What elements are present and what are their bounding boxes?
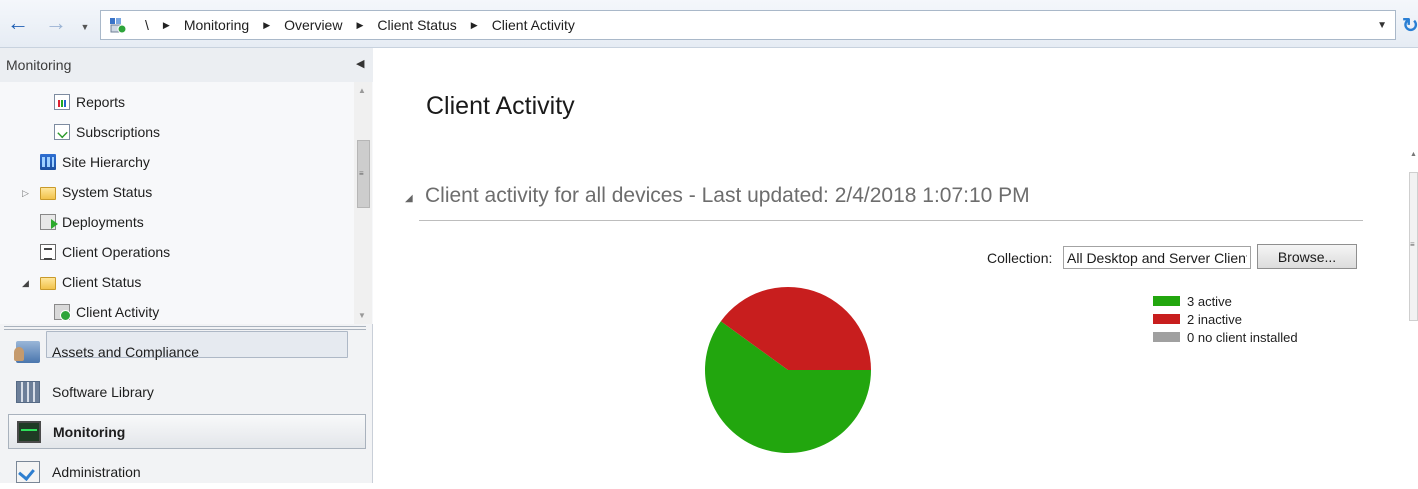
breadcrumb-root[interactable]: \	[143, 17, 151, 33]
collapse-arrow-icon[interactable]: ◢	[22, 278, 29, 289]
page-title: Client Activity	[426, 92, 575, 120]
breadcrumb-client-activity[interactable]: Client Activity	[490, 17, 577, 33]
tree-item-client-status[interactable]: Client Status	[40, 270, 141, 294]
scroll-up-icon[interactable]: ▲	[1410, 151, 1417, 158]
tree-item-label: Reports	[76, 94, 126, 110]
breadcrumb-overview[interactable]: Overview	[282, 17, 344, 33]
tree-item-client-operations[interactable]: Client Operations	[40, 240, 170, 264]
expand-arrow-icon[interactable]: ▷	[22, 188, 29, 199]
workspace-label: Software Library	[52, 383, 154, 400]
breadcrumb-separator-icon[interactable]: ▶	[344, 20, 375, 31]
subscription-icon	[54, 124, 70, 140]
workspace-administration[interactable]: Administration	[8, 454, 366, 489]
section-title: Client activity for all devices - Last u…	[425, 184, 1030, 207]
chart-legend: 3 active 2 inactive 0 no client installe…	[1153, 292, 1298, 346]
tree-item-deployments[interactable]: Deployments	[40, 210, 144, 234]
collection-label: Collection:	[987, 250, 1053, 266]
legend-item-no-client: 0 no client installed	[1153, 328, 1298, 346]
forward-arrow-icon[interactable]: →	[44, 12, 68, 36]
grip-icon: ≡	[359, 169, 364, 178]
navigation-header: Monitoring ◀	[0, 48, 373, 82]
tree-item-label: Client Operations	[62, 244, 171, 260]
grip-icon: ≡	[1410, 240, 1415, 249]
tree-item-subscriptions[interactable]: Subscriptions	[54, 120, 160, 144]
monitoring-icon	[17, 420, 41, 443]
navigation-tree: Reports Subscriptions Site Hierarchy ▷ S…	[0, 82, 373, 358]
assets-icon	[14, 340, 40, 363]
tree-item-system-status[interactable]: System Status	[40, 180, 152, 204]
tree-item-label: System Status	[62, 184, 153, 200]
breadcrumb-separator-icon[interactable]: ▶	[459, 20, 490, 31]
folder-icon	[40, 276, 56, 290]
folder-icon	[40, 186, 56, 200]
workspace-assets-and-compliance[interactable]: Assets and Compliance	[8, 334, 366, 369]
client-operations-icon	[40, 244, 56, 260]
legend-label-inactive: 2 inactive	[1187, 311, 1242, 327]
legend-label-active: 3 active	[1187, 293, 1232, 309]
scroll-up-icon[interactable]: ▲	[358, 86, 366, 95]
address-bar: ← → ▼ \ ▶ Monitoring ▶ Overview ▶ Client…	[0, 0, 1418, 48]
software-library-icon	[16, 380, 40, 403]
workspace-monitoring[interactable]: Monitoring	[8, 414, 366, 449]
scrollbar-thumb[interactable]: ≡	[357, 140, 370, 208]
history-dropdown-icon[interactable]: ▼	[80, 16, 90, 40]
breadcrumb-separator-icon[interactable]: ▶	[151, 20, 182, 31]
main-content: Client Activity ◢ Client activity for al…	[374, 48, 1418, 483]
administration-icon	[16, 460, 40, 483]
report-icon	[54, 94, 70, 110]
legend-item-inactive: 2 inactive	[1153, 310, 1298, 328]
breadcrumb-client-status[interactable]: Client Status	[375, 17, 458, 33]
breadcrumb[interactable]: \ ▶ Monitoring ▶ Overview ▶ Client Statu…	[100, 10, 1396, 40]
legend-item-active: 3 active	[1153, 292, 1298, 310]
workspace-label: Monitoring	[53, 423, 126, 440]
workspace-software-library[interactable]: Software Library	[8, 374, 366, 409]
tree-item-client-activity[interactable]: Client Activity	[54, 300, 159, 324]
tree-item-label: Client Status	[62, 274, 142, 290]
scroll-down-icon[interactable]: ▼	[358, 311, 366, 320]
section-divider	[419, 220, 1363, 221]
collection-input[interactable]	[1063, 246, 1251, 269]
pane-splitter[interactable]	[4, 324, 366, 332]
back-arrow-icon[interactable]: ←	[6, 12, 30, 36]
breadcrumb-separator-icon[interactable]: ▶	[251, 20, 282, 31]
section-collapse-icon[interactable]: ◢	[405, 193, 413, 204]
workspace-label: Assets and Compliance	[52, 343, 200, 360]
console-root-icon	[110, 18, 127, 34]
collapse-pane-icon[interactable]: ◀	[356, 57, 364, 70]
tree-item-reports[interactable]: Reports	[54, 90, 125, 114]
navigation-pane: Monitoring ◀ Reports Subscriptions Site …	[0, 48, 373, 483]
client-activity-icon	[54, 304, 71, 321]
client-activity-pie-chart	[705, 286, 871, 453]
tree-scrollbar[interactable]: ▲ ≡ ▼	[354, 82, 372, 324]
browse-button[interactable]: Browse...	[1257, 244, 1357, 269]
refresh-icon[interactable]: ↻	[1402, 13, 1418, 38]
legend-swatch-inactive	[1153, 314, 1180, 324]
legend-swatch-active	[1153, 296, 1180, 306]
breadcrumb-dropdown-icon[interactable]: ▼	[1377, 20, 1387, 31]
workspace-label: Administration	[52, 463, 141, 480]
legend-label-no-client: 0 no client installed	[1187, 329, 1298, 345]
tree-item-label: Deployments	[62, 214, 144, 230]
legend-swatch-no-client	[1153, 332, 1180, 342]
tree-item-label: Client Activity	[76, 304, 160, 320]
deployment-icon	[40, 214, 58, 230]
navigation-title: Monitoring	[6, 57, 72, 73]
tree-item-label: Site Hierarchy	[62, 154, 150, 170]
tree-item-site-hierarchy[interactable]: Site Hierarchy	[40, 150, 150, 174]
site-hierarchy-icon	[40, 154, 56, 170]
tree-item-label: Subscriptions	[76, 124, 161, 140]
breadcrumb-monitoring[interactable]: Monitoring	[182, 17, 251, 33]
